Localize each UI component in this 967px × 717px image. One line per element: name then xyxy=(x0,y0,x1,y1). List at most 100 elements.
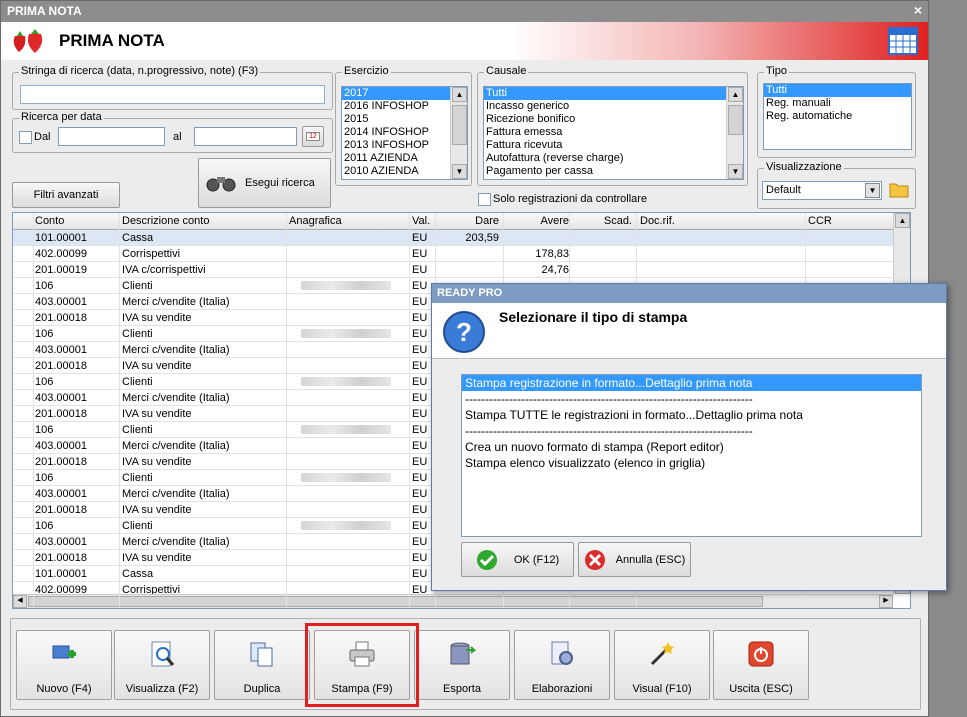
causale-list[interactable]: Tutti Incasso generico Ricezione bonifico F… xyxy=(483,86,744,180)
calendar-view-icon[interactable] xyxy=(888,27,918,55)
tipo-list-item[interactable]: Tutti xyxy=(764,84,911,97)
grid-column-header[interactable]: Avere xyxy=(507,215,569,227)
print-option[interactable]: ----------------------------------------… xyxy=(462,423,921,439)
search-input[interactable] xyxy=(20,85,325,104)
tipo-list[interactable]: Tutti Reg. manuali Reg. automatiche xyxy=(763,83,912,150)
esercizio-scrollbar[interactable]: ▲ ▼ xyxy=(450,87,467,179)
table-cell-conto: 101.00001 xyxy=(35,568,87,580)
causale-group: Causale Tutti Incasso generico Ricezione b… xyxy=(477,65,748,186)
table-cell-conto: 403.00001 xyxy=(35,536,87,548)
table-cell-desc: IVA su vendite xyxy=(122,456,192,468)
dal-checkbox[interactable] xyxy=(19,131,32,144)
print-type-dialog: READY PRO ? Selezionare il tipo di stamp… xyxy=(431,283,947,591)
esercizio-legend: Esercizio xyxy=(342,65,391,77)
date-from-input[interactable] xyxy=(58,127,165,146)
causale-list-item[interactable]: Autofattura (reverse charge) xyxy=(484,152,743,165)
table-cell-desc: Clienti xyxy=(122,424,153,436)
print-option[interactable]: Crea un nuovo formato di stampa (Report … xyxy=(462,439,921,455)
grid-column-divider xyxy=(119,213,120,608)
table-cell-val: EU xyxy=(412,376,428,388)
toolbar-button-export-database[interactable]: Esporta xyxy=(414,630,510,700)
close-icon[interactable]: × xyxy=(914,2,922,18)
grid-column-header[interactable]: Anagrafica xyxy=(289,215,342,227)
tipo-list-item[interactable]: Reg. manuali xyxy=(764,97,911,110)
esercizio-list[interactable]: 2017 2016 INFOSHOP 2015 2014 INFOSHOP 2013 I… xyxy=(341,86,468,180)
causale-scrollbar[interactable]: ▲ ▼ xyxy=(726,87,743,179)
grid-column-header[interactable]: Descrizione conto xyxy=(122,215,209,227)
table-cell-conto: 106 xyxy=(35,328,54,340)
date-search-legend: Ricerca per data xyxy=(19,111,104,123)
toolbar-button-magic-wand[interactable]: Visual (F10) xyxy=(614,630,710,700)
esercizio-list-item[interactable]: 2016 INFOSHOP xyxy=(342,100,467,113)
exit-icon xyxy=(747,640,775,668)
table-row[interactable]: 402.00099 Corrispettivi EU 178,83 xyxy=(13,246,893,262)
table-cell-conto: 106 xyxy=(35,424,54,436)
table-cell-val: EU xyxy=(412,488,428,500)
table-cell-desc: Clienti xyxy=(122,520,153,532)
causale-list-item[interactable]: Incasso generico xyxy=(484,100,743,113)
print-option[interactable]: Stampa elenco visualizzato (elenco in gr… xyxy=(462,455,921,471)
toolbar-button-duplicate[interactable]: Duplica xyxy=(214,630,310,700)
folder-icon[interactable] xyxy=(889,180,909,198)
causale-list-item[interactable]: Ricezione bonifico xyxy=(484,113,743,126)
cancel-label: Annulla (ESC) xyxy=(615,553,686,566)
table-cell-desc: IVA su vendite xyxy=(122,312,192,324)
table-cell-val: EU xyxy=(412,344,428,356)
toolbar-button-view-document[interactable]: Visualizza (F2) xyxy=(114,630,210,700)
table-cell-desc: Merci c/vendite (Italia) xyxy=(122,392,230,404)
toolbar-button-new-record[interactable]: Nuovo (F4) xyxy=(16,630,112,700)
duplicate-icon xyxy=(248,640,276,668)
causale-list-item[interactable]: Pagamento per cassa xyxy=(484,165,743,178)
causale-list-item[interactable]: Tutti xyxy=(484,87,743,100)
toolbar-button-exit[interactable]: Uscita (ESC) xyxy=(713,630,809,700)
grid-column-header[interactable]: Val. xyxy=(412,215,430,227)
table-cell-avere: 24,76 xyxy=(541,264,569,276)
cancel-button[interactable]: Annulla (ESC) xyxy=(578,542,691,577)
table-cell-conto: 201.00018 xyxy=(35,552,87,564)
table-cell-val: EU xyxy=(412,440,428,452)
grid-column-divider xyxy=(33,213,34,608)
print-option[interactable]: ----------------------------------------… xyxy=(462,391,921,407)
calendar-picker-button[interactable]: 12 xyxy=(302,126,324,147)
advanced-filters-button[interactable]: Filtri avanzati xyxy=(12,182,120,208)
esercizio-list-item[interactable]: 2011 AZIENDA xyxy=(342,152,467,165)
table-row[interactable]: 201.00019 IVA c/corrispettivi EU 24,76 xyxy=(13,262,893,278)
causale-list-item[interactable]: Fattura ricevuta xyxy=(484,139,743,152)
table-cell-val: EU xyxy=(412,296,428,308)
visualizzazione-select[interactable]: Default ▼ xyxy=(762,181,882,200)
print-type-list[interactable]: Stampa registrazione in formato...Dettag… xyxy=(461,374,922,537)
ok-button[interactable]: OK (F12) xyxy=(461,542,574,577)
esercizio-list-item[interactable]: 2014 INFOSHOP xyxy=(342,126,467,139)
esercizio-list-item[interactable]: 2017 xyxy=(342,87,467,100)
table-cell-conto: 201.00018 xyxy=(35,408,87,420)
table-cell-desc: IVA su vendite xyxy=(122,408,192,420)
grid-column-header[interactable]: Dare xyxy=(437,215,499,227)
print-option[interactable]: Stampa TUTTE le registrazioni in formato… xyxy=(462,407,921,423)
grid-column-divider xyxy=(409,213,410,608)
grid-column-divider xyxy=(286,213,287,608)
run-search-button[interactable]: Esegui ricerca xyxy=(198,158,331,208)
tipo-list-item[interactable]: Reg. automatiche xyxy=(764,110,911,123)
esercizio-list-item[interactable]: 2015 xyxy=(342,113,467,126)
table-cell-val: EU xyxy=(412,568,428,580)
date-to-input[interactable] xyxy=(194,127,297,146)
esercizio-list-item[interactable]: 2013 INFOSHOP xyxy=(342,139,467,152)
esercizio-list-item[interactable]: 2010 AZIENDA xyxy=(342,165,467,178)
grid-horizontal-scrollbar[interactable]: ◀ ▶ xyxy=(13,594,893,608)
print-option[interactable]: Stampa registrazione in formato...Dettag… xyxy=(462,375,921,391)
table-cell-conto: 403.00001 xyxy=(35,344,87,356)
grid-column-header[interactable]: Scad. xyxy=(572,215,632,227)
causale-list-item[interactable]: Fattura emessa xyxy=(484,126,743,139)
toolbar-button-processing[interactable]: Elaborazioni xyxy=(514,630,610,700)
grid-column-header[interactable]: Doc.rif. xyxy=(640,215,675,227)
toolbar-button-label: Nuovo (F4) xyxy=(36,683,92,695)
table-cell-conto: 403.00001 xyxy=(35,392,87,404)
grid-column-header[interactable]: CCR xyxy=(808,215,832,227)
table-cell-desc: Clienti xyxy=(122,328,153,340)
grid-column-header[interactable]: Conto xyxy=(35,215,64,227)
grid-header: Conto Descrizione conto Anagrafica Val. Dare… xyxy=(13,213,893,230)
dialog-header: ? Selezionare il tipo di stampa xyxy=(432,303,946,359)
solo-checkbox[interactable] xyxy=(478,193,491,206)
table-row[interactable]: 101.00001 Cassa EU 203,59 xyxy=(13,230,893,246)
chevron-down-icon[interactable]: ▼ xyxy=(865,183,880,198)
